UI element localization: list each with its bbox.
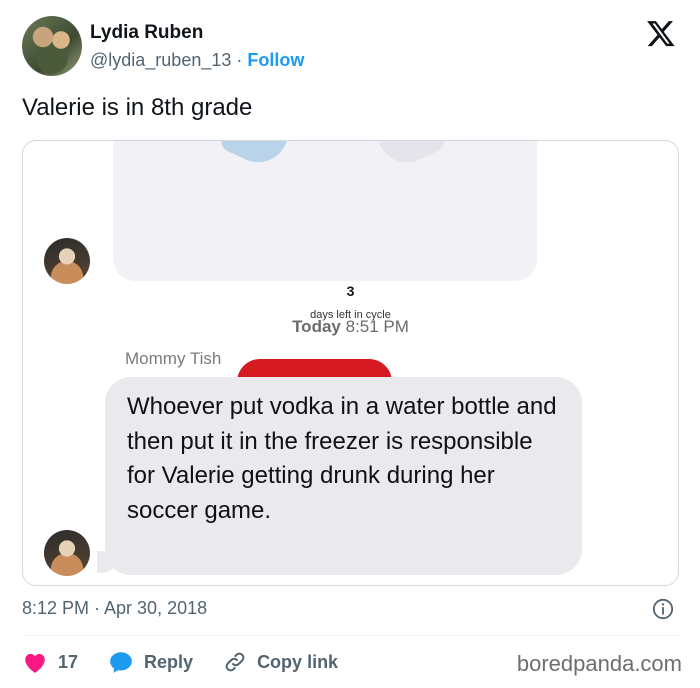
reply-label: Reply [144, 651, 194, 672]
sender-avatar [44, 530, 90, 576]
contact-avatar [44, 238, 90, 284]
chart-segment-left [218, 141, 288, 172]
chart-segment-right [379, 141, 447, 173]
message-time: 8:51 PM [345, 317, 409, 336]
tweet-header: Lydia Ruben @lydia_ruben_13 · Follow [22, 16, 682, 78]
author-avatar[interactable] [22, 16, 82, 76]
message-timestamp: Today 8:51 PM [23, 317, 678, 337]
sender-name: Mommy Tish [125, 349, 222, 368]
follow-button[interactable]: Follow [247, 50, 304, 70]
action-bar: 17 Reply Copy link [22, 648, 368, 676]
like-button[interactable]: 17 [22, 650, 78, 674]
heart-icon [25, 653, 45, 673]
divider [22, 635, 682, 636]
message-day: Today [292, 317, 341, 336]
tweet-text: Valerie is in 8th grade [22, 94, 253, 121]
author-handle-row: @lydia_ruben_13 · Follow [90, 50, 304, 71]
author-handle[interactable]: @lydia_ruben_13 [90, 50, 231, 70]
copy-link-button[interactable]: Copy link [223, 650, 338, 674]
message-bubble: Whoever put vodka in a water bottle and … [105, 377, 582, 575]
link-icon [225, 652, 245, 672]
tweet-media-image[interactable]: 3 days left in cycle Get more data Today… [22, 140, 679, 586]
info-icon[interactable] [652, 598, 674, 620]
author-name[interactable]: Lydia Ruben [90, 22, 203, 44]
reply-bubble-icon [110, 652, 132, 673]
x-logo-icon[interactable] [646, 18, 676, 48]
reply-button[interactable]: Reply [108, 650, 193, 674]
like-count: 17 [58, 651, 79, 672]
handle-separator: · [236, 50, 243, 70]
app-card [113, 141, 537, 281]
watermark: boredpanda.com [516, 651, 682, 676]
tweet-timestamp[interactable]: 8:12 PM · Apr 30, 2018 [22, 598, 207, 619]
copy-link-label: Copy link [257, 651, 339, 672]
days-left-number: 3 [346, 283, 355, 299]
